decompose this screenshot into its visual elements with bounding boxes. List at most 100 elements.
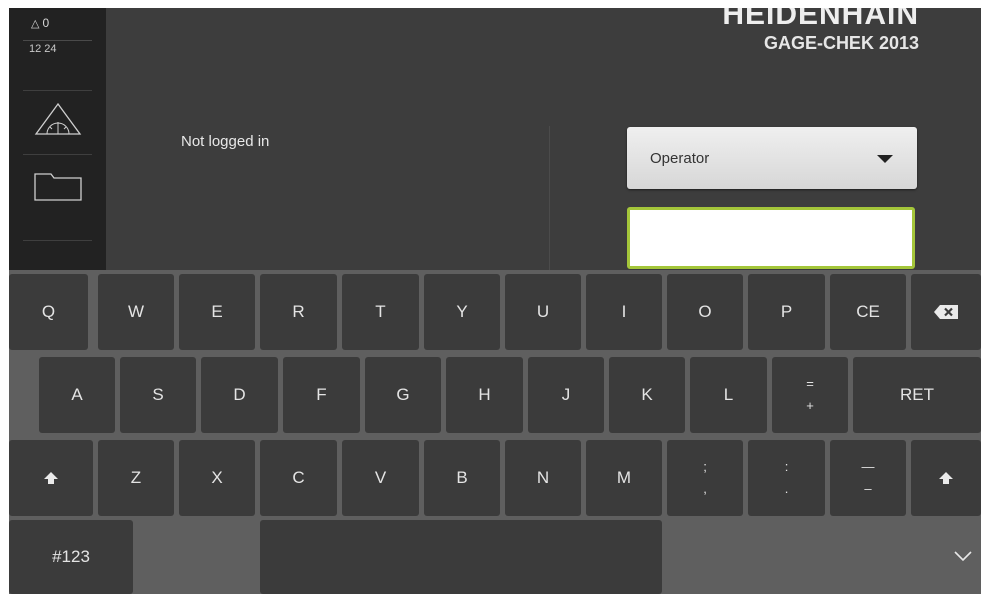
user-select-dropdown[interactable]: Operator — [627, 127, 917, 189]
key-t[interactable]: T — [342, 274, 419, 350]
key-z[interactable]: Z — [98, 440, 174, 516]
key-m[interactable]: M — [586, 440, 662, 516]
key-label: P — [780, 302, 793, 321]
key-j[interactable]: J — [528, 357, 604, 433]
key-label: Q — [41, 302, 56, 321]
key-dash-underscore[interactable]: — – — [830, 440, 906, 516]
key-b[interactable]: B — [424, 440, 500, 516]
key-label: F — [316, 385, 327, 404]
sidebar-divider — [23, 90, 92, 91]
key-label: U — [536, 302, 550, 321]
key-ce[interactable]: CE — [830, 274, 906, 350]
key-label: Y — [456, 302, 468, 321]
key-c[interactable]: C — [260, 440, 337, 516]
vertical-divider — [549, 126, 550, 276]
delta-count: 0 — [42, 16, 50, 30]
key-l[interactable]: L — [690, 357, 767, 433]
key-q[interactable]: Q — [9, 274, 88, 350]
key-label: S — [152, 385, 164, 404]
status-divider — [23, 40, 92, 41]
key-label: K — [641, 385, 653, 404]
key-label: B — [456, 468, 468, 487]
shift-arrow-icon — [939, 472, 953, 484]
key-shift-right[interactable] — [911, 440, 981, 516]
screen: △0 12 24 HEIDENHAIN GAGE-CHEK 2013 Not — [9, 8, 981, 594]
key-label: T — [375, 302, 386, 321]
key-label: A — [71, 385, 83, 404]
key-h[interactable]: H — [446, 357, 523, 433]
brand-logo: HEIDENHAIN — [722, 8, 919, 31]
key-label: L — [723, 385, 734, 404]
key-x[interactable]: X — [179, 440, 255, 516]
key-shift-left[interactable] — [9, 440, 93, 516]
key-backspace[interactable] — [911, 274, 981, 350]
key-i[interactable]: I — [586, 274, 662, 350]
key-label: CE — [856, 302, 880, 321]
key-label: I — [621, 302, 627, 321]
key-y[interactable]: Y — [424, 274, 500, 350]
key-label-top: : — [784, 458, 789, 474]
key-label-bottom: + — [806, 398, 814, 413]
key-g[interactable]: G — [365, 357, 441, 433]
key-label: V — [374, 468, 387, 487]
key-label: W — [127, 302, 145, 321]
backspace-icon — [934, 305, 958, 319]
key-label-top: ; — [703, 458, 707, 474]
hide-keyboard-button[interactable] — [901, 518, 981, 594]
key-equals-plus[interactable]: = + — [772, 357, 848, 433]
sidebar: △ 0 12 24 — [9, 8, 106, 270]
key-semicolon-comma[interactable]: ; , — [667, 440, 743, 516]
key-return[interactable]: RET — [853, 357, 981, 433]
key-v[interactable]: V — [342, 440, 419, 516]
key-label: X — [211, 468, 223, 487]
key-label: H — [478, 385, 491, 404]
key-label: C — [292, 468, 305, 487]
sidebar-divider — [23, 240, 92, 241]
key-label: N — [536, 468, 550, 487]
sidebar-item-files[interactable] — [9, 156, 106, 218]
key-label-top: = — [806, 375, 814, 391]
key-k[interactable]: K — [609, 357, 685, 433]
key-w[interactable]: W — [98, 274, 174, 350]
status-area: △ 0 12 24 — [9, 8, 106, 90]
key-label-bottom: . — [784, 481, 789, 496]
delta-counter: △ 0 — [31, 16, 49, 30]
key-label-bottom: – — [864, 481, 872, 496]
key-r[interactable]: R — [260, 274, 337, 350]
key-d[interactable]: D — [201, 357, 278, 433]
login-status: Not logged in — [181, 133, 270, 150]
key-p[interactable]: P — [748, 274, 825, 350]
folder-icon — [34, 173, 82, 201]
key-mode-123[interactable]: #123 — [9, 520, 133, 594]
product-title: GAGE-CHEK 2013 — [763, 33, 919, 53]
user-select-value: Operator — [650, 150, 710, 167]
protractor-icon — [34, 102, 82, 135]
key-n[interactable]: N — [505, 440, 581, 516]
delta-icon: △ — [31, 18, 40, 30]
key-label: #123 — [52, 547, 90, 566]
key-label: Z — [130, 468, 142, 487]
key-o[interactable]: O — [667, 274, 743, 350]
on-screen-keyboard: Q W E R T Y U I O P CE A S D F G H J K L… — [9, 270, 981, 594]
key-label: D — [233, 385, 246, 404]
key-label: R — [292, 302, 305, 321]
key-label: RET — [900, 385, 934, 404]
dropdown-arrow-icon — [877, 155, 893, 163]
key-space[interactable] — [260, 520, 662, 594]
key-a[interactable]: A — [39, 357, 115, 433]
key-colon-period[interactable]: : . — [748, 440, 825, 516]
shift-arrow-icon — [44, 472, 58, 484]
sidebar-divider — [23, 154, 92, 155]
clock: 12 24 — [29, 43, 57, 55]
key-label: E — [211, 302, 223, 321]
key-f[interactable]: F — [283, 357, 360, 433]
password-input[interactable] — [627, 207, 915, 269]
key-label: J — [561, 385, 571, 404]
key-label: G — [396, 385, 410, 404]
sidebar-item-measure[interactable] — [9, 92, 106, 154]
chevron-down-icon — [954, 551, 972, 562]
key-label-top: — — [861, 458, 875, 474]
key-e[interactable]: E — [179, 274, 255, 350]
key-u[interactable]: U — [505, 274, 581, 350]
key-s[interactable]: S — [120, 357, 196, 433]
